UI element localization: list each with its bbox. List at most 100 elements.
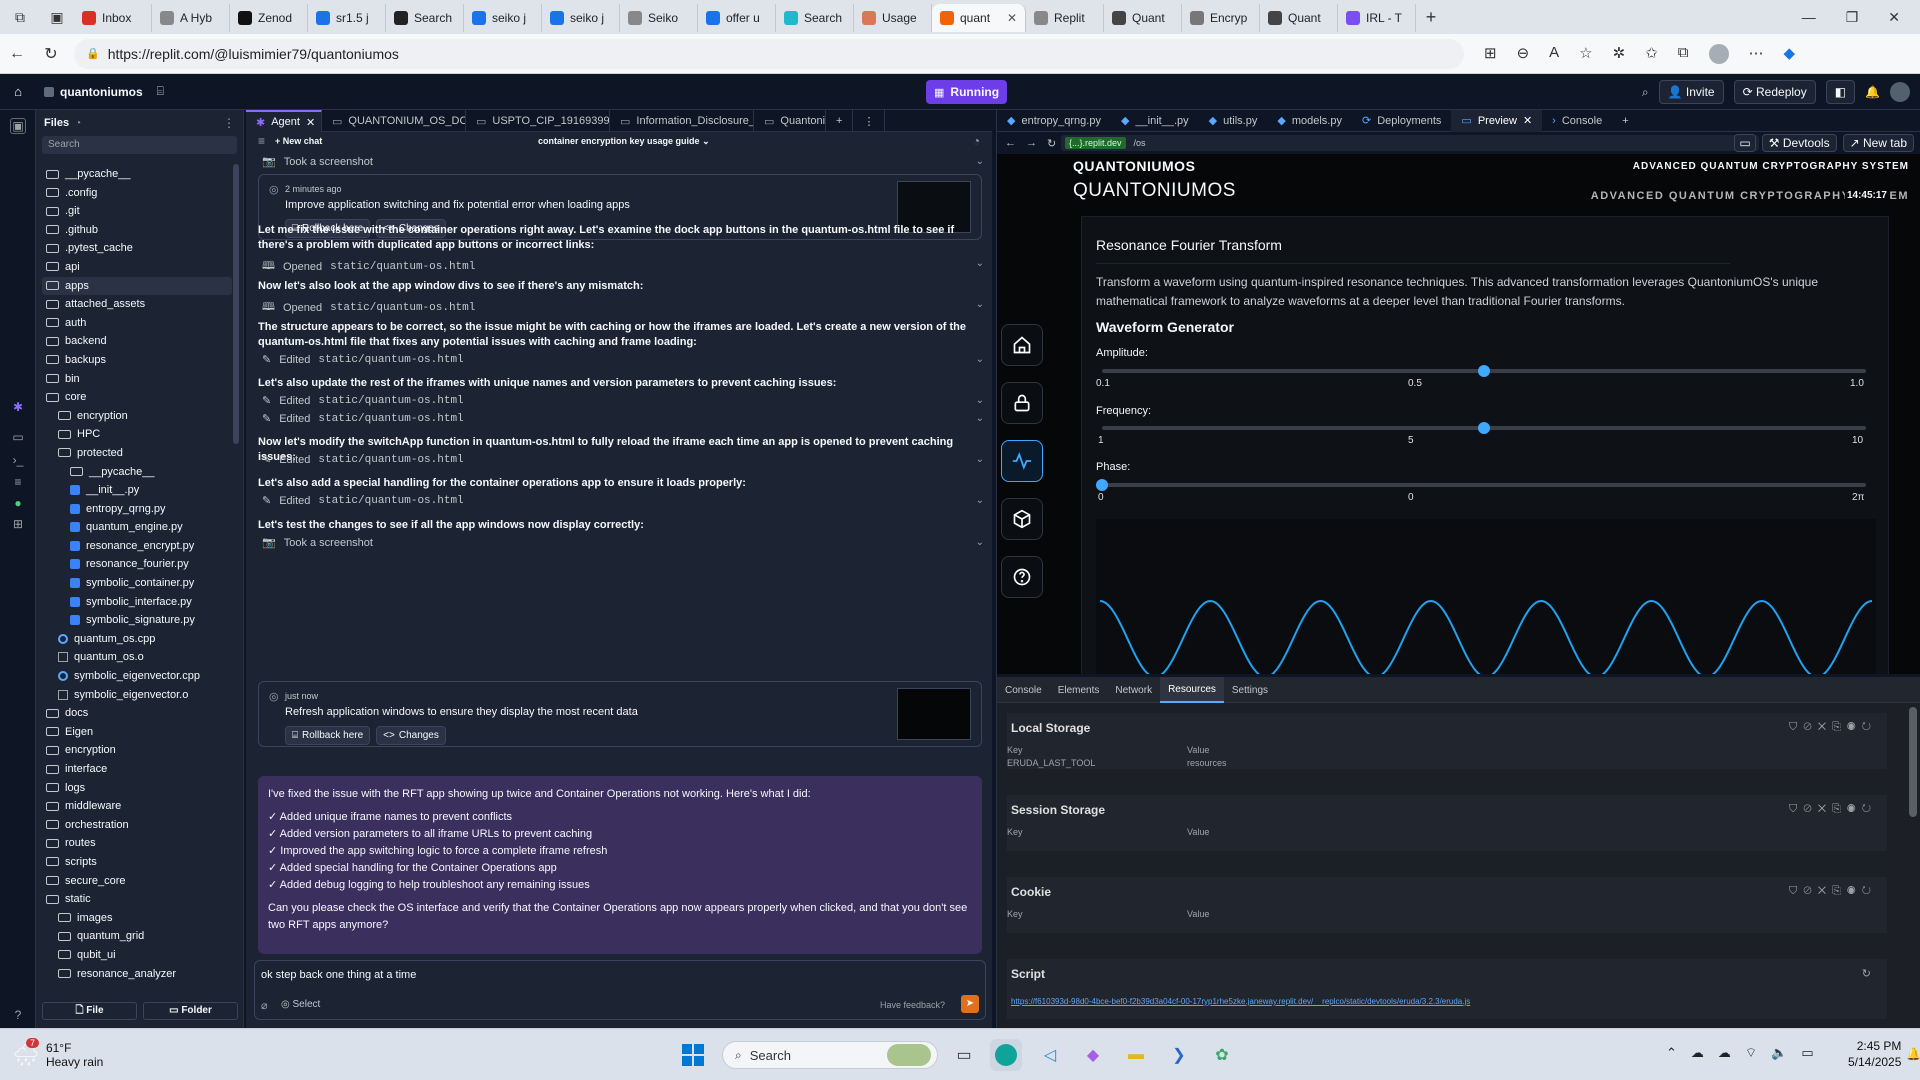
storage-action-icons[interactable]: ⛉⊘✕⎘◉↻ xyxy=(1789,803,1877,816)
feedback-link[interactable]: Have feedback? xyxy=(880,1000,945,1010)
new-tab-button[interactable]: ↗ New tab xyxy=(1842,134,1914,152)
close-tab-icon[interactable]: ✕ xyxy=(306,116,315,129)
database-icon[interactable]: ≡ xyxy=(10,475,26,491)
volume-icon[interactable]: 🔈 xyxy=(1771,1045,1787,1061)
start-icon[interactable] xyxy=(677,1039,709,1071)
editor-tab[interactable]: ▭ Information_Disclosure_Stat... xyxy=(610,110,754,132)
phase-knob[interactable] xyxy=(1096,479,1108,491)
panel-menu-icon[interactable]: ≡ xyxy=(258,134,265,148)
tools-grid-icon[interactable]: ⊞ xyxy=(10,517,26,533)
file-tree-item[interactable]: symbolic_interface.py xyxy=(42,593,232,611)
files-search-input[interactable]: Search xyxy=(42,136,237,154)
script-link[interactable]: https://f610393d-98d0-4bce-bef0-f2b39d3a… xyxy=(1011,997,1470,1006)
home-icon[interactable]: ⌂ xyxy=(0,84,36,99)
chevron-down-icon[interactable]: ⌄ xyxy=(976,354,984,365)
amplitude-knob[interactable] xyxy=(1478,365,1490,377)
file-tree-item[interactable]: scripts xyxy=(42,853,232,871)
agent-action[interactable]: ✎ Edited static/quantum-os.html xyxy=(262,453,464,467)
reload-icon[interactable]: ↻ xyxy=(34,39,68,69)
extensions-icon[interactable]: ✲ xyxy=(1613,44,1626,64)
file-tree-item[interactable]: routes xyxy=(42,834,232,852)
agent-action[interactable]: ✎ Edited static/quantum-os.html xyxy=(262,353,464,367)
cloud-sync-icon[interactable]: ☁ xyxy=(1718,1045,1731,1061)
right-tab[interactable]: ⟳ Deployments xyxy=(1352,110,1451,132)
restore-icon[interactable]: ❐ xyxy=(1846,9,1859,26)
agent-action[interactable]: 🕮 Opened static/quantum-os.html xyxy=(262,298,475,317)
apps-icon[interactable]: ⊞ xyxy=(1484,44,1497,64)
file-tree-item[interactable]: images xyxy=(42,909,232,927)
file-tree-item[interactable]: quantum_os.cpp xyxy=(42,630,232,648)
rollback-button[interactable]: ⌸ Rollback here xyxy=(285,726,371,745)
browser-tab[interactable]: quant ✕ xyxy=(932,4,1026,32)
chevron-down-icon[interactable]: ⌄ xyxy=(976,495,984,506)
project-name[interactable]: quantoniumos xyxy=(60,85,143,99)
select-element-button[interactable]: ◎ Select xyxy=(281,999,320,1010)
run-button[interactable]: ▦ Running xyxy=(926,80,1008,104)
collections-icon[interactable]: ⧉ xyxy=(1678,44,1689,64)
phase-slider[interactable] xyxy=(1096,479,1866,491)
devtools-tab[interactable]: Elements xyxy=(1050,677,1108,703)
files-icon[interactable]: ▣ xyxy=(10,118,26,134)
workspaces-icon[interactable]: ⧉ xyxy=(0,0,40,34)
browser-tab[interactable]: offer u xyxy=(698,4,776,32)
editor-tab[interactable]: ✱ Agent ✕ xyxy=(246,110,322,132)
open-window-icon[interactable]: ▭ xyxy=(1734,134,1756,152)
agent-message-input[interactable]: ok step back one thing at a time xyxy=(261,969,416,981)
file-tree-item[interactable]: symbolic_eigenvector.o xyxy=(42,686,232,704)
file-tree-item[interactable]: symbolic_eigenvector.cpp xyxy=(42,667,232,685)
browser-tab[interactable]: seiko j xyxy=(542,4,620,32)
preview-url-field[interactable]: {...}.replit.dev /os xyxy=(1061,135,1759,151)
right-tab[interactable]: › Console xyxy=(1542,110,1612,132)
file-tree-item[interactable]: backend xyxy=(42,332,232,350)
storage-value[interactable]: resources xyxy=(1187,758,1227,768)
file-tree-item[interactable]: auth xyxy=(42,314,232,332)
browser-tab[interactable]: Encryp xyxy=(1182,4,1260,32)
file-tree-item[interactable]: __init__.py xyxy=(42,481,232,499)
file-tree-item[interactable]: secure_core xyxy=(42,872,232,890)
devtools-tab[interactable]: Console xyxy=(997,677,1050,703)
battery-icon[interactable]: ▭ xyxy=(1801,1045,1813,1061)
reload-icon[interactable]: ↻ xyxy=(1862,967,1877,980)
dock-lock-button[interactable] xyxy=(1001,382,1043,424)
browser-tab[interactable]: A Hyb xyxy=(152,4,230,32)
weather-widget[interactable]: 🌧 7 61°F Heavy rain xyxy=(12,1037,103,1073)
frequency-slider[interactable] xyxy=(1102,422,1866,434)
right-tab[interactable]: ◆ entropy_qrng.py xyxy=(997,110,1111,132)
browser-tab[interactable]: Search xyxy=(386,4,464,32)
wifi-icon[interactable]: ⌔ xyxy=(1745,1045,1757,1061)
screenshot-action[interactable]: 📷 Took a screenshot xyxy=(262,155,373,169)
file-tree-item[interactable]: .git xyxy=(42,202,232,220)
editor-tab[interactable]: ▭ QUANTONIUM_OS_DOCUME... xyxy=(322,110,466,132)
send-button[interactable]: ➤ xyxy=(961,995,979,1013)
browser-tab[interactable]: Usage xyxy=(854,4,932,32)
file-tree-item[interactable]: resonance_encrypt.py xyxy=(42,537,232,555)
browser-tab[interactable]: Replit xyxy=(1026,4,1104,32)
agent-action[interactable]: 🕮 Opened static/quantum-os.html xyxy=(262,257,475,276)
file-tree-item[interactable]: core xyxy=(42,388,232,406)
task-view-icon[interactable]: ▭ xyxy=(948,1039,980,1071)
file-tree-item[interactable]: quantum_engine.py xyxy=(42,518,232,536)
file-tree-item[interactable]: resonance_analyzer xyxy=(42,965,232,983)
browser-tab[interactable]: Seiko xyxy=(620,4,698,32)
more-icon[interactable]: ⋯ xyxy=(1749,44,1764,64)
system-clock[interactable]: 2:45 PM 5/14/2025 xyxy=(1848,1038,1901,1070)
file-tree-item[interactable]: symbolic_signature.py xyxy=(42,611,232,629)
file-tree-item[interactable]: .pytest_cache xyxy=(42,239,232,257)
agent-action[interactable]: 📷 Took a screenshot xyxy=(262,536,373,550)
right-tab[interactable]: ◆ utils.py xyxy=(1199,110,1268,132)
agent-icon[interactable]: ✱ xyxy=(10,400,26,416)
cookie-action-icons[interactable]: ⛉⊘✕⎘◉↻ xyxy=(1789,885,1877,898)
forward-icon[interactable]: → xyxy=(1026,137,1037,149)
back-icon[interactable]: ← xyxy=(0,39,34,69)
close-tab-icon[interactable]: ✕ xyxy=(1523,114,1532,127)
chevron-down-icon[interactable]: ⌄ xyxy=(976,395,984,406)
new-chat-button[interactable]: + New chat xyxy=(275,136,322,146)
app-icon[interactable]: ✿ xyxy=(1206,1039,1238,1071)
browser-tab[interactable]: IRL - T xyxy=(1338,4,1416,32)
amplitude-slider[interactable] xyxy=(1102,365,1866,377)
chevron-down-icon[interactable]: ⌄ xyxy=(976,258,984,269)
file-tree-item[interactable]: apps xyxy=(42,276,232,295)
files-scrollbar[interactable] xyxy=(233,164,239,444)
file-tree-item[interactable]: entropy_qrng.py xyxy=(42,500,232,518)
devtools-tab[interactable]: Resources xyxy=(1160,677,1224,703)
